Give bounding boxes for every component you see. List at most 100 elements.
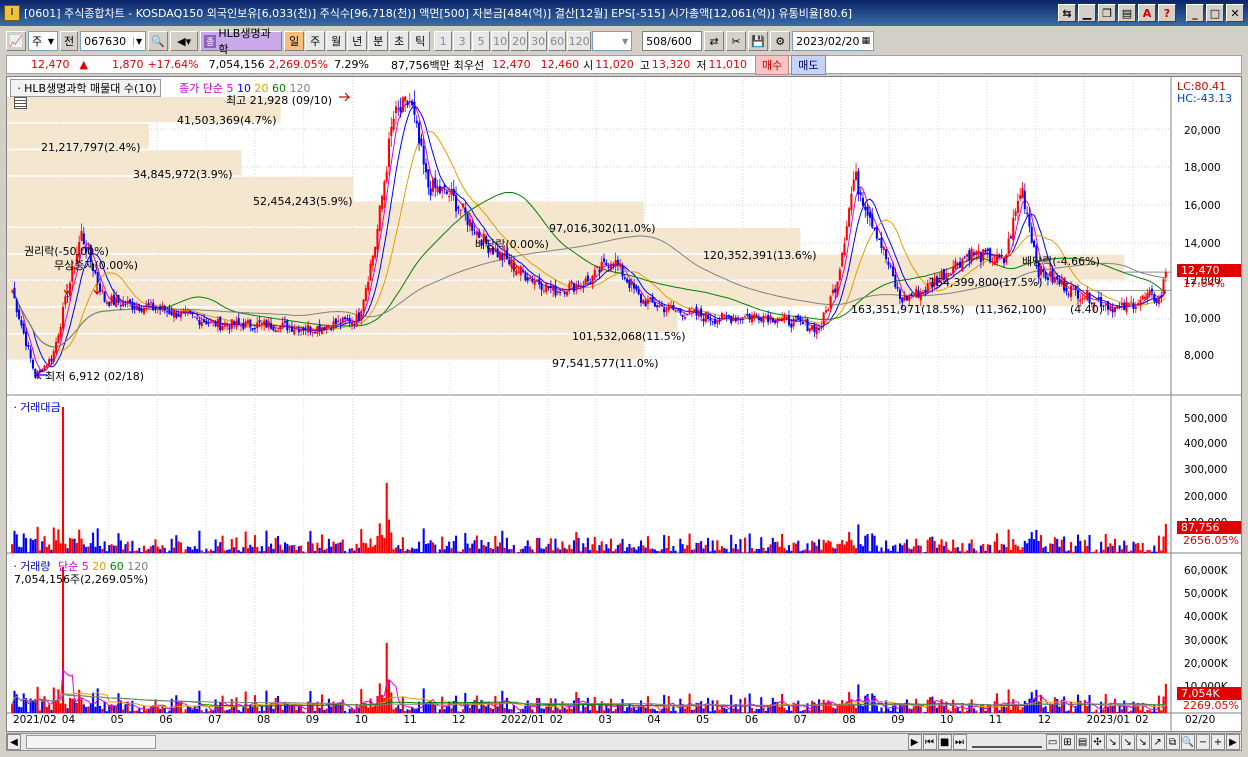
amount-bar — [965, 550, 969, 553]
prev-button[interactable]: 전 — [60, 31, 79, 51]
volume-bar — [223, 710, 226, 713]
play-button[interactable]: ▶ — [907, 734, 922, 750]
candle-body — [1000, 254, 1003, 256]
candle-body — [972, 252, 975, 255]
tool-button[interactable]: ✂ — [726, 31, 747, 51]
amount-bar — [1123, 540, 1126, 553]
amount-bar — [797, 540, 800, 553]
volume-bar — [533, 712, 536, 713]
amount-bar — [845, 541, 848, 553]
minimize-panel-button[interactable]: ▁ — [1078, 4, 1096, 22]
arrow-left-icon: ◀ — [10, 736, 18, 748]
buy-button[interactable]: 매수 — [755, 54, 790, 75]
period-second[interactable]: 초 — [389, 31, 410, 51]
link-button[interactable]: ⇆ — [1058, 4, 1076, 22]
period-year[interactable]: 년 — [347, 31, 368, 51]
count-input[interactable]: 508/600 — [642, 31, 703, 51]
amount-bar — [455, 535, 458, 553]
maximize-button[interactable]: □ — [1206, 4, 1224, 22]
candle-body — [808, 328, 811, 332]
interval-30[interactable]: 30 — [529, 31, 548, 51]
x-tick-label: 04 — [647, 714, 661, 726]
stock-name[interactable]: 종 HLB생명과학 — [200, 27, 283, 56]
fit-button[interactable]: ⧉ — [1165, 734, 1180, 750]
interval-1[interactable]: 1 — [434, 31, 453, 51]
volume-bar — [1116, 711, 1119, 713]
period-tick[interactable]: 틱 — [410, 31, 431, 51]
amount-bar — [1139, 550, 1142, 553]
candle-body — [131, 303, 134, 310]
code-input[interactable]: 067630 ▼ — [80, 31, 147, 51]
chart-type-button[interactable]: 📈 — [6, 31, 26, 51]
volume-bar — [570, 709, 573, 713]
chart-area[interactable]: ㆍHLB생명과학 매물대 수(10) 종가 단순 5 10 20 60 120 … — [6, 76, 1242, 732]
line-tool-4-button[interactable]: ↗ — [1150, 734, 1165, 750]
period-day[interactable]: 일 — [284, 31, 305, 51]
interval-20[interactable]: 20 — [510, 31, 529, 51]
candle-body — [96, 272, 99, 283]
settings-button[interactable]: ⚙ — [770, 31, 791, 51]
interval-custom-input[interactable]: ▼ — [592, 31, 633, 51]
sound-button[interactable]: ◀▾ — [170, 31, 199, 51]
crosshair-button[interactable]: ✣ — [1090, 734, 1105, 750]
candle-body — [584, 278, 587, 285]
help-button[interactable]: ? — [1158, 4, 1176, 22]
close-button[interactable]: ✕ — [1226, 4, 1244, 22]
search-button[interactable]: 🔍 — [148, 31, 169, 51]
candle-body — [866, 206, 869, 216]
amount-bar — [926, 539, 929, 553]
volume-bar — [1005, 707, 1008, 713]
scroll-left-button[interactable]: ◀ — [7, 734, 21, 750]
period-week[interactable]: 주 — [305, 31, 326, 51]
calendar-icon[interactable]: ▦ — [862, 36, 871, 46]
volume-bar — [1139, 710, 1142, 713]
stop-button[interactable]: ■ — [937, 734, 952, 750]
interval-5[interactable]: 5 — [472, 31, 491, 51]
scroll-thumb[interactable] — [26, 735, 156, 749]
interval-120[interactable]: 120 — [567, 31, 592, 51]
period-month[interactable]: 월 — [326, 31, 347, 51]
zoom-out-button[interactable]: − — [1196, 734, 1210, 750]
volume-bar — [186, 706, 189, 713]
zoom-search-button[interactable]: 🔍 — [1180, 734, 1195, 750]
volume-bar — [633, 707, 636, 713]
sell-button[interactable]: 매도 — [791, 54, 826, 75]
candle-body — [311, 332, 314, 334]
amount-bar — [364, 543, 367, 553]
tile-button[interactable]: ▤ — [1118, 4, 1136, 22]
line-tool-1-button[interactable]: ↘ — [1105, 734, 1120, 750]
candle-body — [50, 358, 53, 362]
grid-button[interactable]: ⊞ — [1060, 734, 1075, 750]
dropdown-icon[interactable]: ▼ — [132, 36, 142, 46]
amount-bar — [344, 550, 347, 553]
font-button[interactable]: A — [1138, 4, 1156, 22]
line-tool-2-button[interactable]: ↘ — [1120, 734, 1135, 750]
restore-panel-button[interactable]: ❐ — [1098, 4, 1116, 22]
save-button[interactable]: 💾 — [748, 31, 769, 51]
zoom-in-button[interactable]: + — [1211, 734, 1225, 750]
x-tick-label: 07 — [793, 714, 808, 726]
settings-grid-icon[interactable] — [14, 97, 27, 109]
chart-scrollbar[interactable]: ◀ ▶ ⏮ ■ ⏭ ▭ ⊞ ▤ ✣ ↘ ↘ ↘ ↗ ⧉ 🔍 − + ▶ — [6, 733, 1242, 751]
volume-bar — [917, 705, 920, 713]
candle-body — [635, 286, 638, 290]
rewind-button[interactable]: ⏮ — [922, 734, 937, 750]
zoom-box-button[interactable]: ▭ — [1045, 734, 1060, 750]
amount-bar — [517, 552, 520, 553]
period-minute[interactable]: 분 — [368, 31, 389, 51]
type-select[interactable]: 주 ▼ — [28, 31, 58, 51]
line-tool-3-button[interactable]: ↘ — [1135, 734, 1150, 750]
interval-3[interactable]: 3 — [453, 31, 472, 51]
minimize-button[interactable]: _ — [1186, 4, 1204, 22]
date-input[interactable]: 2023/02/20 ▦ — [792, 31, 875, 51]
interval-10[interactable]: 10 — [491, 31, 510, 51]
speed-slider[interactable] — [971, 736, 1042, 748]
layout-button[interactable]: ▤ — [1075, 734, 1090, 750]
fast-forward-button[interactable]: ⏭ — [952, 734, 967, 750]
candle-body — [344, 317, 347, 320]
amount-bar — [563, 547, 566, 553]
candle-body — [309, 326, 312, 333]
scroll-right-button[interactable]: ▶ — [1226, 734, 1240, 750]
interval-60[interactable]: 60 — [548, 31, 567, 51]
compare-button[interactable]: ⇄ — [704, 31, 725, 51]
